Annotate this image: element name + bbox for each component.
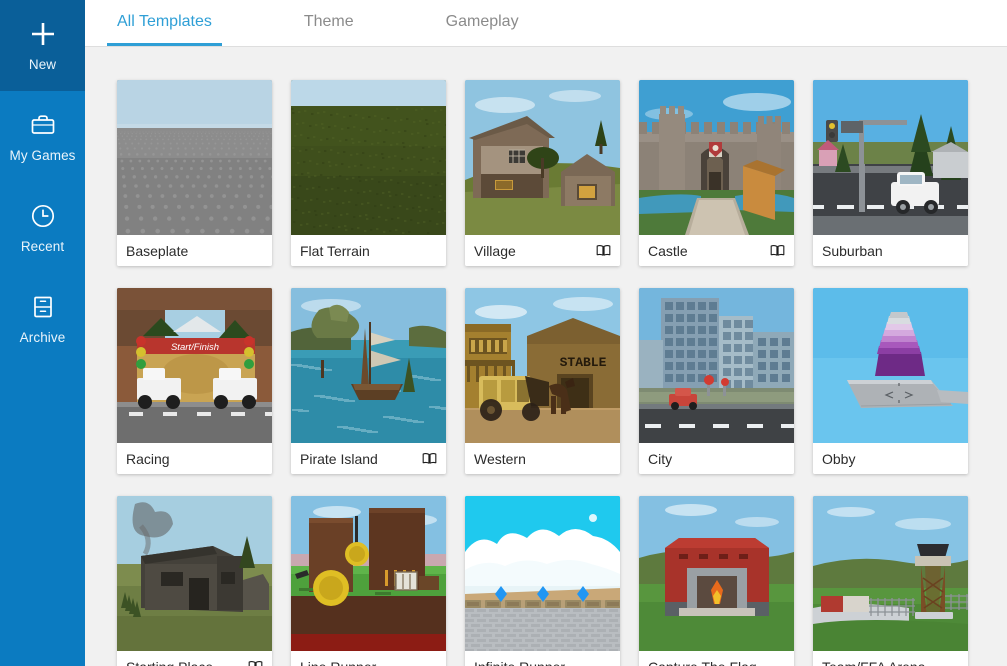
template-thumbnail <box>639 80 794 235</box>
book-icon[interactable] <box>596 244 611 257</box>
template-title: Racing <box>126 451 263 467</box>
template-thumbnail: STABLE <box>465 288 620 443</box>
tab-all-templates[interactable]: All Templates <box>107 0 222 46</box>
template-title: Western <box>474 451 611 467</box>
template-card[interactable]: Pirate Island <box>291 288 446 474</box>
template-thumbnail <box>639 288 794 443</box>
tab-bar: All Templates Theme Gameplay <box>85 0 1007 47</box>
template-thumbnail <box>813 496 968 651</box>
template-card[interactable]: Obby <box>813 288 968 474</box>
template-title: Infinite Runner <box>474 659 611 666</box>
template-card-footer: Racing <box>117 443 272 474</box>
template-card[interactable]: Baseplate <box>117 80 272 266</box>
template-card[interactable]: Castle <box>639 80 794 266</box>
tab-gameplay[interactable]: Gameplay <box>436 0 529 46</box>
template-thumbnail <box>465 496 620 651</box>
briefcase-icon <box>28 110 58 140</box>
sidebar-item-archive[interactable]: Archive <box>0 273 85 364</box>
book-icon[interactable] <box>770 244 785 257</box>
sidebar-item-archive-label: Archive <box>20 330 66 345</box>
template-thumbnail <box>639 496 794 651</box>
template-thumbnail <box>291 288 446 443</box>
template-grid: Baseplate Flat Terrain <box>85 47 1007 666</box>
template-title: Obby <box>822 451 959 467</box>
template-card-footer: Starting Place <box>117 651 272 666</box>
sidebar-item-new[interactable]: New <box>0 0 85 91</box>
template-card[interactable]: Starting Place <box>117 496 272 666</box>
template-card[interactable]: City <box>639 288 794 474</box>
template-thumbnail <box>813 80 968 235</box>
template-grid-scroll[interactable]: Baseplate Flat Terrain <box>85 47 1007 666</box>
sidebar-item-my-games-label: My Games <box>9 148 75 163</box>
template-title: Flat Terrain <box>300 243 437 259</box>
template-card-footer: Village <box>465 235 620 266</box>
template-card-footer: Baseplate <box>117 235 272 266</box>
template-card-footer: Infinite Runner <box>465 651 620 666</box>
template-picker-window: New My Games Recent <box>0 0 1007 666</box>
template-title: Baseplate <box>126 243 263 259</box>
template-card-footer: Flat Terrain <box>291 235 446 266</box>
svg-text:Start/Finish: Start/Finish <box>171 342 219 353</box>
tab-theme[interactable]: Theme <box>294 0 364 46</box>
book-icon[interactable] <box>248 660 263 666</box>
template-card[interactable]: Village <box>465 80 620 266</box>
sidebar-item-new-label: New <box>29 57 56 72</box>
template-card-footer: Line Runner <box>291 651 446 666</box>
sidebar-item-recent[interactable]: Recent <box>0 182 85 273</box>
template-card[interactable]: Capture The Flag <box>639 496 794 666</box>
template-thumbnail <box>291 496 446 651</box>
sidebar-item-recent-label: Recent <box>21 239 64 254</box>
template-thumbnail <box>117 496 272 651</box>
clock-icon <box>28 201 58 231</box>
template-card-footer: Obby <box>813 443 968 474</box>
template-title: Team/FFA Arena <box>822 659 959 666</box>
template-title: Pirate Island <box>300 451 418 467</box>
template-title: Capture The Flag <box>648 659 785 666</box>
template-thumbnail <box>291 80 446 235</box>
template-card[interactable]: Suburban <box>813 80 968 266</box>
template-card-footer: Team/FFA Arena <box>813 651 968 666</box>
template-thumbnail <box>813 288 968 443</box>
template-card-footer: Pirate Island <box>291 443 446 474</box>
book-icon[interactable] <box>422 452 437 465</box>
template-card[interactable]: Team/FFA Arena <box>813 496 968 666</box>
sidebar: New My Games Recent <box>0 0 85 666</box>
template-thumbnail <box>117 80 272 235</box>
template-card[interactable]: Infinite Runner <box>465 496 620 666</box>
template-title: City <box>648 451 785 467</box>
template-card-footer: Castle <box>639 235 794 266</box>
template-card[interactable]: Flat Terrain <box>291 80 446 266</box>
plus-icon <box>28 19 58 49</box>
archive-icon <box>28 292 58 322</box>
template-title: Village <box>474 243 592 259</box>
template-card[interactable]: STABLE Western <box>465 288 620 474</box>
template-card-footer: Suburban <box>813 235 968 266</box>
template-title: Castle <box>648 243 766 259</box>
template-thumbnail <box>465 80 620 235</box>
template-card-footer: City <box>639 443 794 474</box>
template-title: Line Runner <box>300 659 437 666</box>
sidebar-item-my-games[interactable]: My Games <box>0 91 85 182</box>
template-card[interactable]: Line Runner <box>291 496 446 666</box>
template-card[interactable]: Start/Finish Racing <box>117 288 272 474</box>
template-title: Starting Place <box>126 659 244 666</box>
svg-text:STABLE: STABLE <box>560 355 607 370</box>
template-thumbnail: Start/Finish <box>117 288 272 443</box>
template-card-footer: Western <box>465 443 620 474</box>
template-card-footer: Capture The Flag <box>639 651 794 666</box>
main-panel: All Templates Theme Gameplay Baseplate F… <box>85 0 1007 666</box>
template-title: Suburban <box>822 243 959 259</box>
